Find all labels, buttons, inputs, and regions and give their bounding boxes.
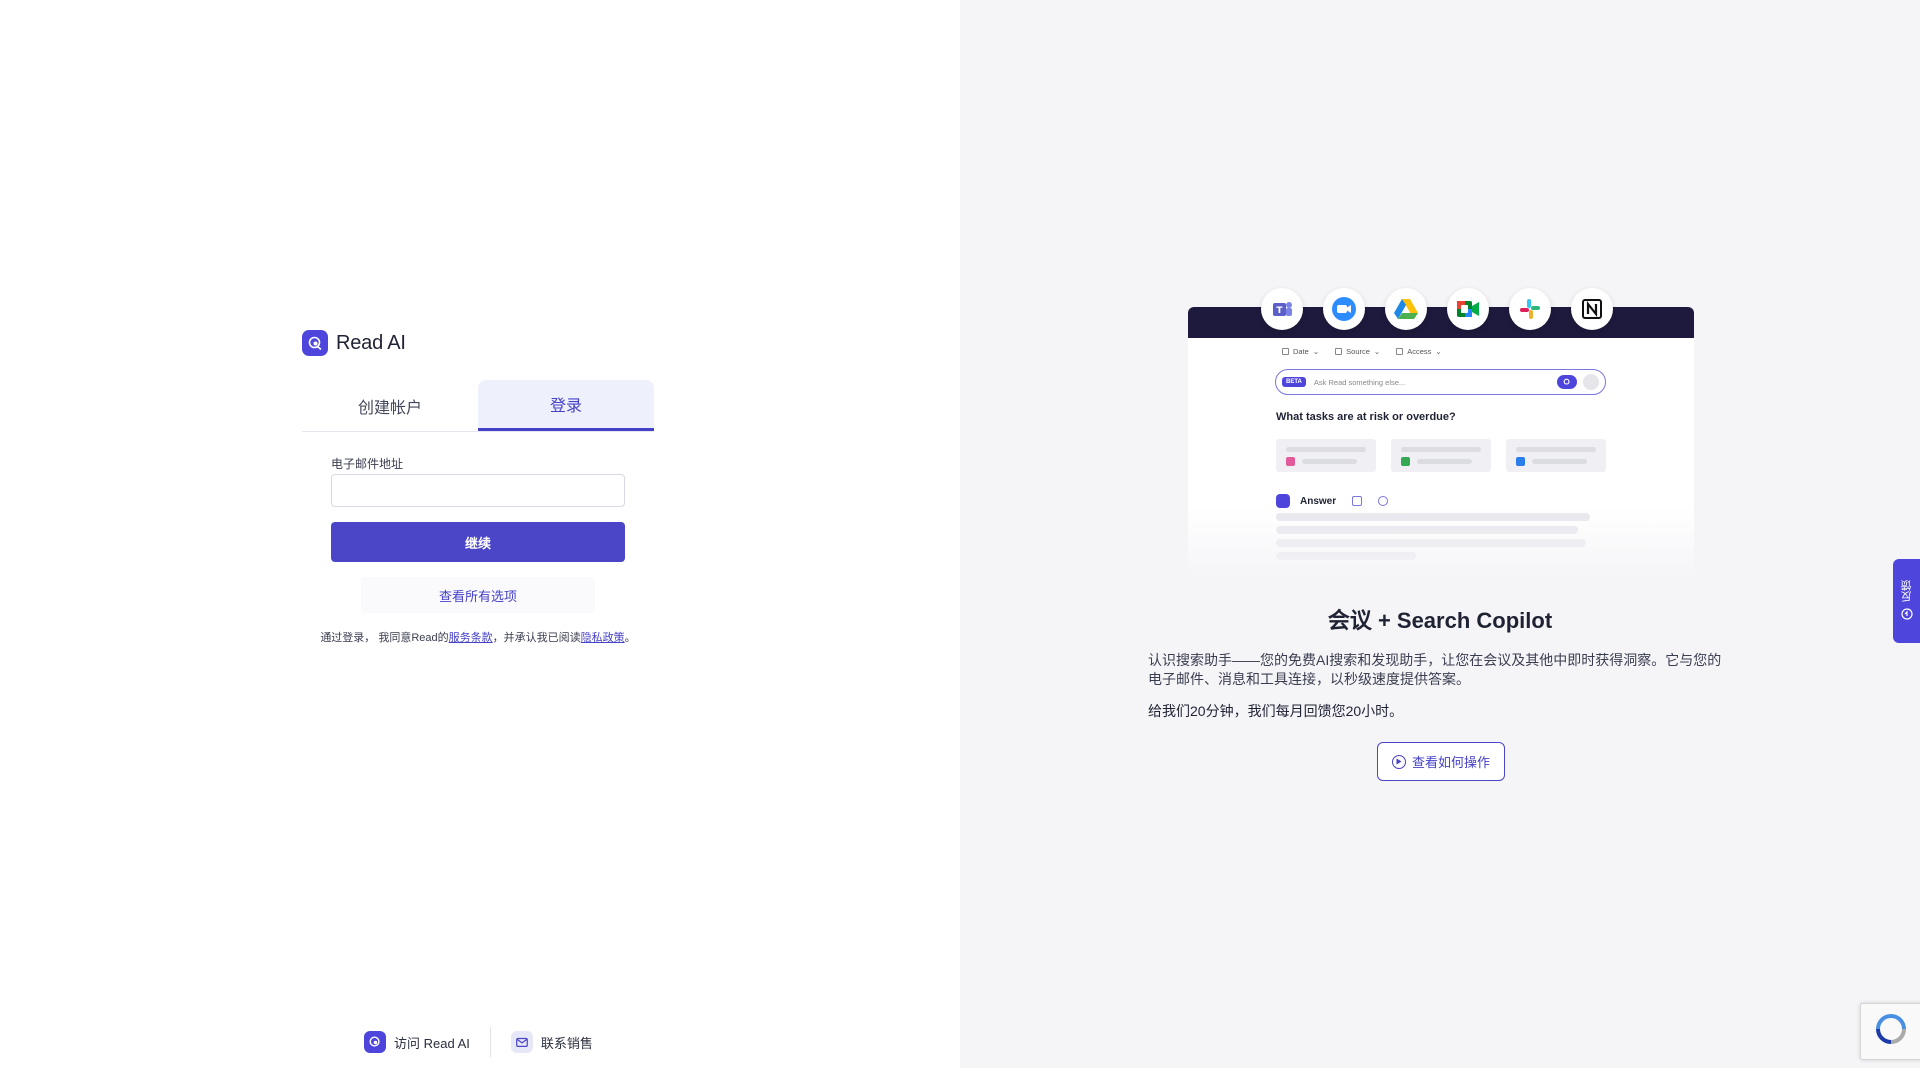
search-icon [1557, 375, 1577, 389]
microphone-icon [1583, 374, 1599, 390]
play-icon [1391, 754, 1406, 769]
chevron-down-icon: ⌄ [1312, 347, 1320, 356]
slack-icon [1509, 288, 1551, 330]
recaptcha-icon [1875, 1013, 1907, 1050]
notion-icon [1571, 288, 1613, 330]
calendar-icon [1282, 348, 1289, 355]
recaptcha-badge[interactable] [1860, 1003, 1920, 1060]
chevron-down-icon: ⌄ [1373, 347, 1381, 356]
tab-sign-in[interactable]: 登录 [478, 380, 654, 431]
source-card [1276, 439, 1376, 472]
beta-badge: BETA [1282, 377, 1306, 387]
login-pane: Read AI 创建帐户 登录 电子邮件地址 继续 查看所有选项 通过登录， 我… [0, 0, 960, 1068]
terms-middle: ，并承认我已阅读 [492, 632, 581, 644]
view-all-options-button[interactable]: 查看所有选项 [361, 577, 595, 613]
google-meet-icon [1401, 457, 1410, 466]
read-ai-logo-icon [364, 1031, 386, 1053]
read-ai-logo-icon [1276, 494, 1290, 508]
zoom-icon [1323, 288, 1365, 330]
preview-question: What tasks are at risk or overdue? [1276, 411, 1456, 423]
google-drive-icon [1385, 288, 1427, 330]
feedback-tab[interactable]: 反馈 [1893, 559, 1920, 643]
copy-icon [1352, 496, 1363, 506]
answer-line [1276, 513, 1590, 521]
answer-line [1276, 526, 1578, 534]
jira-icon [1516, 457, 1525, 466]
preview-search-placeholder: Ask Read something else... [1313, 377, 1406, 387]
share-icon [1378, 496, 1389, 506]
google-meet-icon [1447, 288, 1489, 330]
feedback-icon [1900, 607, 1913, 623]
terms-suffix: 。 [624, 632, 636, 644]
email-field[interactable] [331, 474, 625, 507]
calendar-icon [1396, 348, 1404, 355]
contact-sales-link[interactable]: 联系销售 [491, 1031, 613, 1053]
svg-text:T: T [1276, 306, 1283, 316]
terms-of-service-link[interactable]: 服务条款 [449, 632, 493, 644]
filter-source: Source ⌄ [1335, 347, 1380, 356]
feedback-label: 反馈 [1900, 579, 1913, 602]
answer-line [1276, 539, 1586, 547]
footer-links: 访问 Read AI 联系销售 [360, 1027, 613, 1057]
preview-filters: Date ⌄ Source ⌄ Access ⌄ [1282, 347, 1442, 356]
visit-read-ai-label: 访问 Read AI [394, 1035, 470, 1051]
filter-date-label: Date [1293, 347, 1309, 356]
brand: Read AI [302, 330, 406, 356]
privacy-policy-link[interactable]: 隐私政策 [581, 632, 625, 644]
preview-answer-row: Answer [1276, 494, 1389, 508]
tab-create-account[interactable]: 创建帐户 [302, 380, 478, 431]
filter-access: Access ⌄ [1396, 347, 1442, 356]
answer-label: Answer [1300, 495, 1337, 507]
see-how-it-works-label: 查看如何操作 [1411, 755, 1490, 770]
filter-access-label: Access [1407, 347, 1432, 356]
promo-description: 认识搜索助手——您的免费AI搜索和发现助手，让您在会议及其他中即时获得洞察。它与… [1148, 652, 1722, 687]
source-card [1391, 439, 1491, 472]
answer-line [1276, 552, 1416, 560]
teams-icon: T [1261, 288, 1303, 330]
visit-read-ai-link[interactable]: 访问 Read AI [360, 1031, 490, 1053]
mail-icon [510, 1031, 533, 1053]
filter-source-label: Source [1346, 347, 1370, 356]
calendar-icon [1335, 348, 1343, 355]
filter-date: Date ⌄ [1282, 347, 1319, 356]
continue-button[interactable]: 继续 [331, 522, 625, 562]
source-card [1506, 439, 1606, 472]
promo-title: 会议 + Search Copilot [1327, 608, 1553, 633]
chevron-down-icon: ⌄ [1435, 347, 1442, 356]
promo-note: 给我们20分钟，我们每月回馈您20小时。 [1148, 703, 1404, 719]
contact-sales-label: 联系销售 [540, 1035, 593, 1051]
integration-icons: T [1261, 288, 1613, 330]
read-ai-logo-icon [302, 330, 328, 356]
terms-text: 通过登录， 我同意Read的服务条款，并承认我已阅读隐私政策。 [302, 629, 654, 645]
terms-prefix: 通过登录， 我同意Read的 [320, 632, 449, 644]
email-label: 电子邮件地址 [331, 457, 404, 471]
search-copilot-preview: Date ⌄ Source ⌄ Access ⌄ BETA Ask Read some… [1188, 307, 1694, 577]
slack-icon [1286, 457, 1295, 466]
brand-name: Read AI [336, 331, 406, 354]
preview-search-bar: BETA Ask Read something else... [1275, 369, 1606, 395]
see-how-it-works-button[interactable]: 查看如何操作 [1377, 742, 1505, 781]
auth-tabs: 创建帐户 登录 [302, 380, 654, 432]
